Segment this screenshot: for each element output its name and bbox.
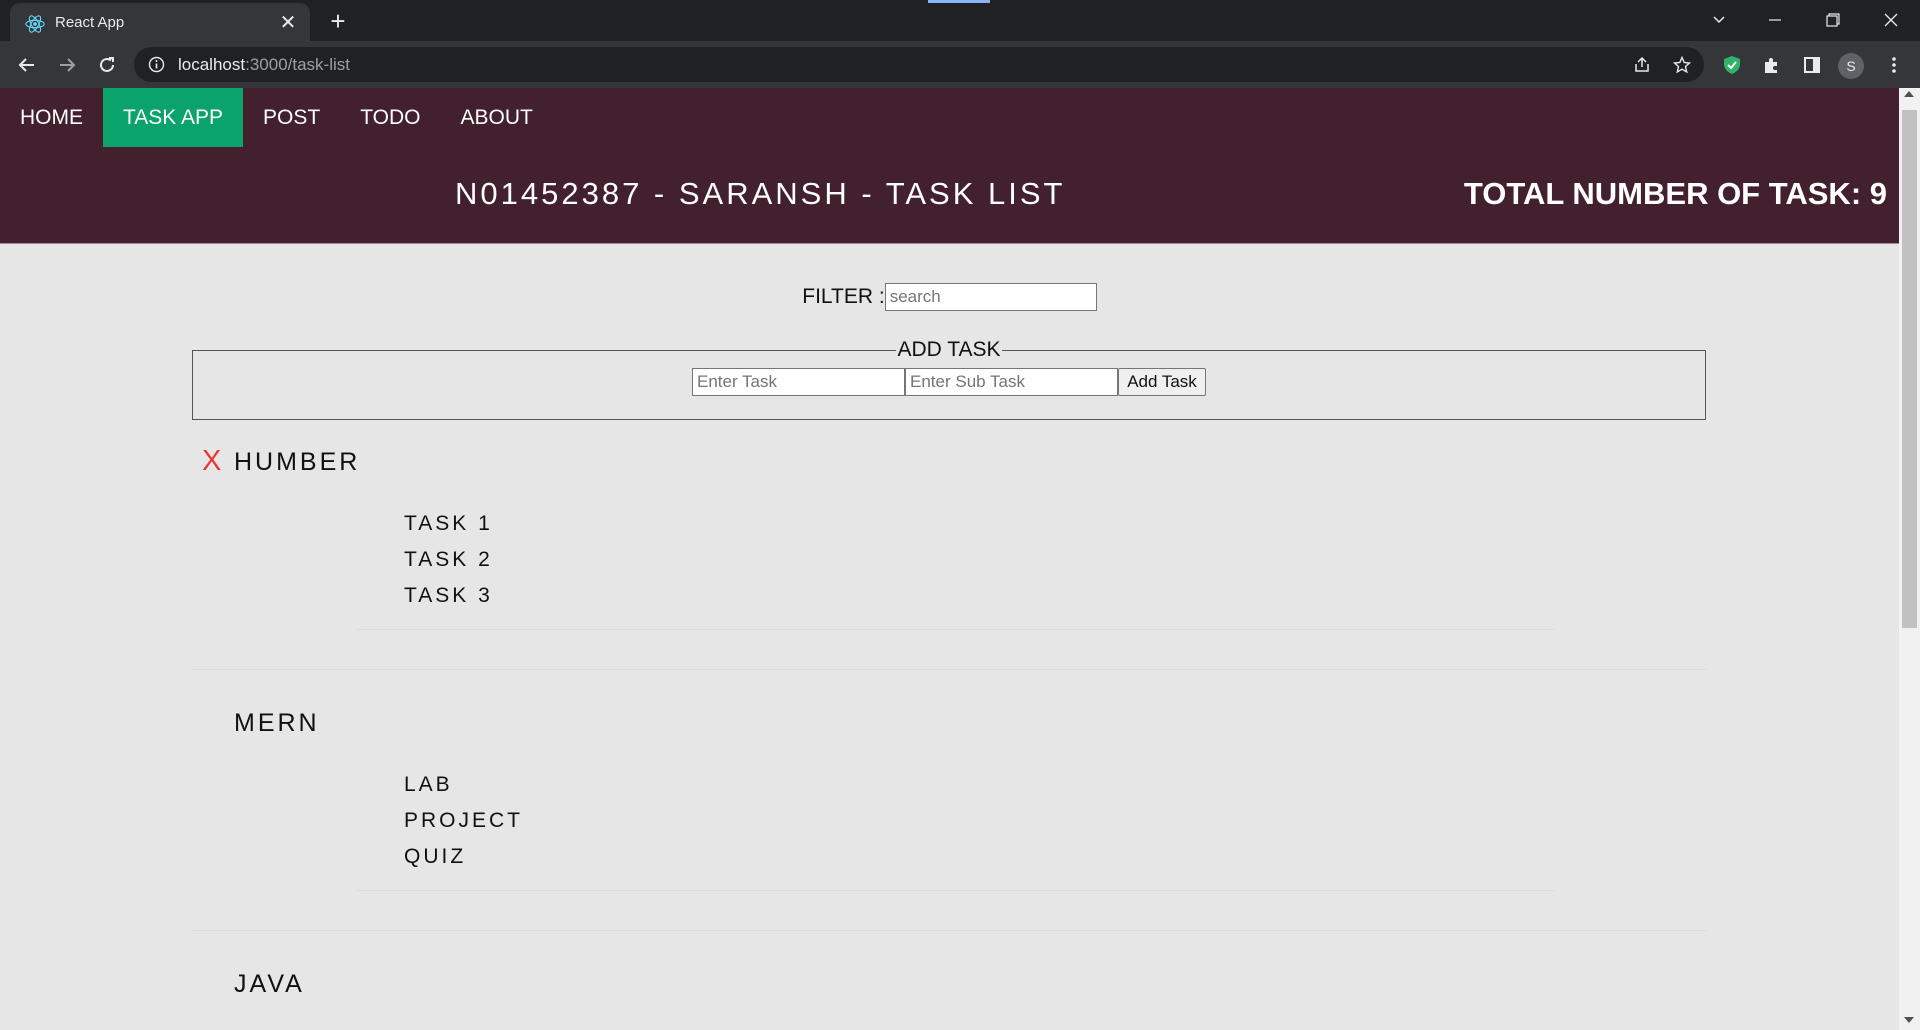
share-icon[interactable] — [1629, 52, 1655, 78]
avatar[interactable]: S — [1838, 53, 1864, 79]
filter-row: FILTER : — [0, 283, 1899, 311]
close-window-button[interactable] — [1868, 4, 1914, 36]
subtask-item: TASK 1 — [404, 512, 493, 535]
restore-button[interactable] — [1810, 4, 1856, 36]
reload-button[interactable] — [91, 49, 123, 81]
page-viewport: HOME TASK APP POST TODO ABOUT N01452387 … — [0, 88, 1899, 1030]
subtask-divider — [357, 890, 1554, 891]
address-bar[interactable]: localhost:3000/task-list — [134, 47, 1704, 82]
group-title: MERN — [234, 709, 320, 737]
add-task-row: Add Task — [193, 368, 1705, 396]
tab-title: React App — [55, 14, 125, 31]
back-button[interactable] — [11, 49, 43, 81]
nav-task-app[interactable]: TASK APP — [103, 88, 243, 147]
react-logo-icon — [25, 15, 45, 33]
arrow-right-icon — [60, 58, 76, 72]
url-text: localhost:3000/task-list — [178, 55, 350, 75]
browser-tab[interactable]: React App ✕ — [10, 3, 310, 41]
main-nav: HOME TASK APP POST TODO ABOUT — [0, 88, 553, 147]
group-title: HUMBER — [234, 448, 361, 476]
scroll-down-icon[interactable] — [1904, 1017, 1914, 1023]
info-icon[interactable] — [148, 56, 165, 73]
nav-post[interactable]: POST — [243, 88, 340, 147]
scroll-up-icon[interactable] — [1904, 91, 1914, 97]
browser-toolbar: localhost:3000/task-list S — [0, 41, 1920, 88]
tab-close-icon[interactable]: ✕ — [276, 11, 300, 35]
url-path: :3000/task-list — [245, 55, 350, 74]
subtask-item: TASK 3 — [404, 584, 493, 607]
minimize-button[interactable] — [1752, 4, 1798, 36]
delete-x-icon[interactable]: X — [202, 445, 221, 478]
subtask-item: QUIZ — [404, 845, 467, 868]
subtask-item: TASK 2 — [404, 548, 493, 571]
nav-about[interactable]: ABOUT — [440, 88, 552, 147]
task-group: MERN LAB PROJECT QUIZ — [192, 706, 1706, 966]
star-icon[interactable] — [1669, 52, 1695, 78]
task-input[interactable] — [692, 368, 905, 396]
subtask-input[interactable] — [905, 368, 1118, 396]
new-tab-button[interactable]: + — [324, 8, 352, 36]
reload-icon — [100, 57, 114, 72]
group-divider — [192, 930, 1706, 931]
total-task-count: TOTAL NUMBER OF TASK: 9 — [1463, 176, 1887, 211]
side-panel-icon[interactable] — [1796, 49, 1828, 81]
shield-icon[interactable] — [1716, 49, 1748, 81]
kebab-menu-icon[interactable] — [1878, 49, 1910, 81]
tab-strip-indicator — [928, 0, 990, 3]
search-input[interactable] — [884, 283, 1097, 311]
task-group: JAVA — [192, 967, 1706, 1027]
puzzle-icon[interactable] — [1756, 49, 1788, 81]
subtask-list: TASK 1 TASK 2 TASK 3 — [404, 506, 493, 614]
add-task-legend-text: ADD TASK — [896, 338, 1002, 361]
group-title: JAVA — [234, 970, 305, 998]
page-scrollbar[interactable] — [1899, 88, 1920, 1030]
tab-search-icon[interactable] — [1696, 4, 1742, 36]
site-header: HOME TASK APP POST TODO ABOUT N01452387 … — [0, 88, 1899, 244]
arrow-left-icon — [18, 58, 34, 72]
page-title: N01452387 - SARANSH - TASK LIST — [455, 176, 1066, 211]
filter-label: FILTER : — [802, 285, 885, 308]
task-group: X HUMBER TASK 1 TASK 2 TASK 3 — [192, 445, 1706, 705]
add-task-fieldset: ADD TASK Add Task — [192, 338, 1706, 420]
url-host: localhost — [178, 55, 246, 74]
nav-todo[interactable]: TODO — [340, 88, 440, 147]
add-task-legend: ADD TASK — [193, 338, 1705, 362]
subtask-divider — [357, 629, 1554, 630]
group-divider — [192, 669, 1706, 670]
forward-button[interactable] — [51, 49, 83, 81]
subtask-item: LAB — [404, 773, 453, 796]
browser-tab-bar: React App ✕ + — [0, 0, 1920, 41]
subtask-item: PROJECT — [404, 809, 524, 832]
scroll-thumb[interactable] — [1902, 110, 1917, 628]
subtask-list: LAB PROJECT QUIZ — [404, 767, 523, 875]
add-task-button[interactable]: Add Task — [1118, 368, 1206, 396]
nav-home[interactable]: HOME — [0, 88, 103, 147]
